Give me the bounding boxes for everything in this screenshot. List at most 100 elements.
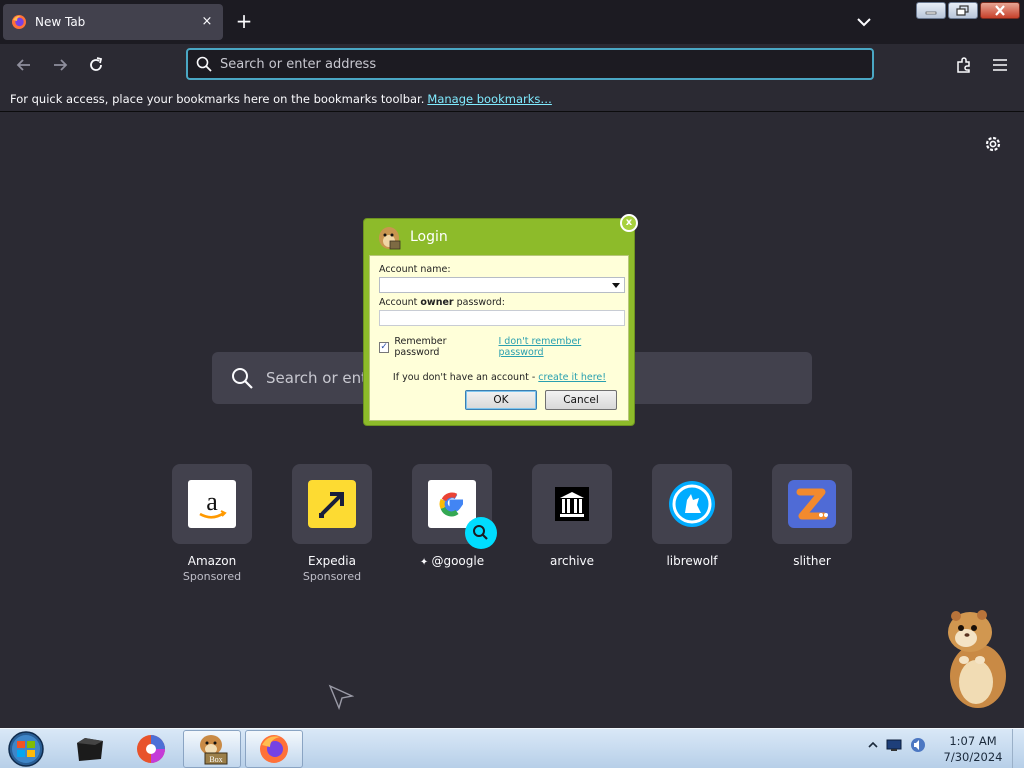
system-tray (868, 737, 926, 753)
tile-sponsored-label: Sponsored (182, 570, 242, 583)
tab-close-button[interactable]: × (199, 14, 215, 30)
puzzle-icon (957, 57, 970, 73)
slither-logo-icon (788, 480, 836, 528)
tile-sponsored-label: Sponsored (302, 570, 362, 583)
forward-button[interactable] (48, 53, 72, 77)
restore-button[interactable] (948, 2, 978, 19)
manage-bookmarks-link[interactable]: Manage bookmarks… (427, 92, 552, 106)
tray-expand-arrow-icon[interactable] (868, 740, 878, 750)
reload-button[interactable] (84, 53, 108, 77)
back-arrow-icon (16, 59, 30, 71)
taskbar-item-firefox[interactable] (245, 730, 303, 768)
minimize-icon (925, 11, 937, 14)
browser-swirl-icon (137, 735, 165, 763)
forward-arrow-icon (54, 59, 68, 71)
tab-title: New Tab (35, 15, 86, 29)
remember-row: ✓ Remember password I don't remember pas… (379, 336, 620, 358)
new-tab-button[interactable]: + (232, 10, 256, 34)
network-monitor-icon[interactable] (886, 738, 902, 752)
taskbar: Box 1:07 AM 7/30/2024 (0, 728, 1024, 768)
create-account-link[interactable]: create it here! (538, 372, 606, 383)
gear-icon[interactable] (983, 134, 1003, 154)
dialog-close-button[interactable]: x (620, 214, 638, 232)
dialog-buttons: OK Cancel (465, 390, 617, 410)
tile-label: Amazon (187, 554, 237, 568)
list-all-tabs-chevron-icon[interactable] (852, 10, 876, 34)
tab-new-tab[interactable]: New Tab × (3, 4, 223, 40)
clock-time: 1:07 AM (949, 734, 997, 748)
url-input[interactable] (220, 56, 820, 72)
search-shortcut-icon (465, 517, 497, 549)
url-bar[interactable] (186, 48, 874, 80)
pin-icon: ✦ (419, 557, 432, 568)
minimize-button[interactable] (916, 2, 946, 19)
password-label: Account owner password: (379, 297, 620, 308)
taskbar-clock[interactable]: 1:07 AM 7/30/2024 (936, 733, 1010, 765)
back-button[interactable] (12, 53, 36, 77)
account-name-combobox[interactable] (379, 277, 625, 293)
svg-text:a: a (206, 487, 218, 516)
tile-label: slither (793, 554, 831, 568)
cancel-button[interactable]: Cancel (545, 390, 617, 410)
password-label-pre: Account (379, 297, 421, 308)
taskbar-item-terminal[interactable] (60, 730, 118, 768)
extensions-button[interactable] (952, 53, 976, 77)
dropdown-arrow-icon[interactable] (612, 283, 620, 288)
bookmarks-toolbar: For quick access, place your bookmarks h… (0, 86, 1024, 112)
top-site-tile[interactable]: a Amazon Sponsored (172, 464, 252, 583)
login-dialog: Login x Account name: Account owner pass… (363, 214, 638, 426)
forgot-password-link[interactable]: I don't remember password (498, 336, 620, 358)
tile-label: Expedia (308, 554, 356, 568)
clock-date: 7/30/2024 (943, 750, 1003, 764)
dialog-header: Login (364, 219, 634, 255)
password-label-post: password: (453, 297, 505, 308)
hamster-app-icon (379, 227, 401, 250)
ok-button[interactable]: OK (465, 390, 537, 410)
dialog-title: Login (410, 229, 448, 245)
app-menu-button[interactable] (988, 53, 1012, 77)
tile-icon-box (652, 464, 732, 544)
tile-icon-box (772, 464, 852, 544)
tile-icon-box: a (172, 464, 252, 544)
create-account-text: If you don't have an account - (392, 372, 539, 383)
top-site-tile[interactable]: ✦ @google (412, 464, 497, 568)
restore-icon (956, 5, 969, 16)
firefox-icon (260, 735, 288, 763)
navigation-toolbar (0, 44, 1024, 86)
search-icon (232, 368, 253, 389)
tile-label-text: @google (431, 554, 485, 568)
close-window-button[interactable] (980, 2, 1020, 19)
mouse-cursor-icon (328, 684, 354, 710)
speaker-volume-icon[interactable] (910, 737, 926, 753)
reload-icon (90, 57, 103, 71)
start-button-windows-icon[interactable] (6, 730, 46, 768)
window-controls (916, 2, 1020, 19)
bookmarks-empty-message: For quick access, place your bookmarks h… (10, 91, 425, 106)
hamster-pet-image[interactable] (940, 604, 1010, 712)
create-account-note: If you don't have an account - create it… (379, 372, 620, 383)
top-site-tile[interactable]: librewolf (652, 464, 732, 568)
taskbar-item-hamster-box[interactable]: Box (183, 730, 241, 768)
show-desktop-button[interactable] (1012, 729, 1024, 768)
expedia-logo-icon (308, 480, 356, 528)
tile-icon-box (292, 464, 372, 544)
librewolf-logo-icon (669, 481, 715, 527)
password-field[interactable] (379, 310, 625, 326)
dialog-body: Account name: Account owner password: ✓ … (369, 255, 629, 421)
top-site-tile[interactable]: archive (532, 464, 612, 568)
hamburger-menu-icon (993, 59, 1007, 71)
firefox-icon (12, 15, 26, 29)
hamster-box-icon: Box (200, 735, 228, 765)
top-site-tile[interactable]: Expedia Sponsored (292, 464, 372, 583)
remember-password-checkbox[interactable]: ✓ (379, 341, 390, 353)
password-label-bold: owner (420, 297, 454, 308)
close-icon (995, 5, 1005, 16)
amazon-logo-icon: a (188, 480, 236, 528)
archive-logo-icon (555, 487, 589, 521)
taskbar-item-browser[interactable] (122, 730, 180, 768)
account-name-label: Account name: (379, 264, 451, 275)
tile-label: librewolf (666, 554, 718, 568)
box-label: Box (209, 755, 222, 764)
top-site-tile[interactable]: slither (772, 464, 852, 568)
tile-icon-box (532, 464, 612, 544)
